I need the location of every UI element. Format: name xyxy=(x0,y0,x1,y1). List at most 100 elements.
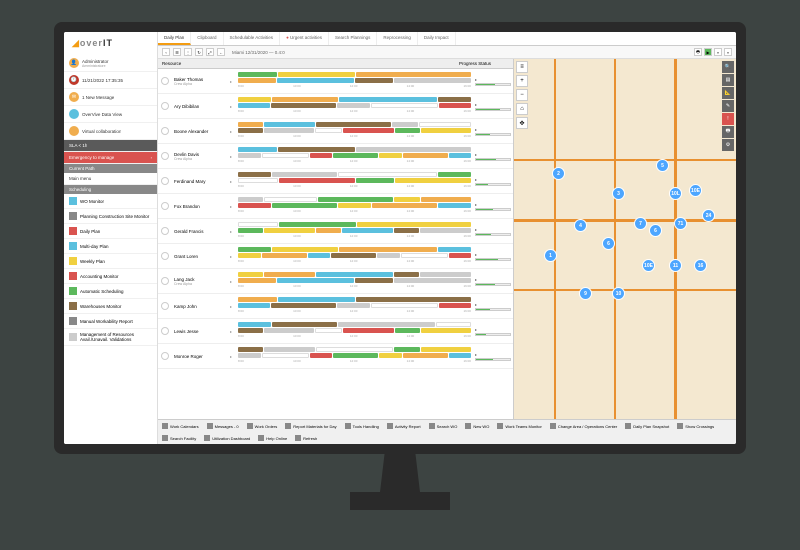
gantt-bars[interactable]: 8:0010:0012:0014:0016:00 xyxy=(236,321,473,341)
gantt-bars[interactable]: 8:0010:0012:0014:0016:00 xyxy=(236,246,473,266)
scheduling-item[interactable]: Planning Construction Site Monitor xyxy=(64,209,157,224)
row-checkbox[interactable] xyxy=(161,252,169,260)
map-layers2-icon[interactable]: ▤ xyxy=(722,74,734,86)
expand-icon[interactable]: ⤢ xyxy=(206,48,214,56)
scheduling-item[interactable]: Management of Resources Avail./Unavail. … xyxy=(64,329,157,346)
gantt-row[interactable]: Baker ThomasCrew Alpha ▸ 8:0010:0012:001… xyxy=(158,69,513,94)
tab-search-plannings[interactable]: Search Plannings xyxy=(329,32,377,45)
footer-search-wo[interactable]: Search WO xyxy=(427,422,460,430)
scheduling-item[interactable]: Multi-day Plan xyxy=(64,239,157,254)
map-pin[interactable]: 10 xyxy=(612,287,625,300)
gantt-row[interactable]: Grant Loren ▸ 8:0010:0012:0014:0016:00 ▸ xyxy=(158,244,513,269)
gantt-row[interactable]: Fox Brandon ▸ 8:0010:0012:0014:0016:00 ▸ xyxy=(158,194,513,219)
row-checkbox[interactable] xyxy=(161,277,169,285)
map-pin[interactable]: 6 xyxy=(649,224,662,237)
row-checkbox[interactable] xyxy=(161,152,169,160)
gantt-row[interactable]: Gerald Francis ▸ 8:0010:0012:0014:0016:0… xyxy=(158,219,513,244)
scheduling-item[interactable]: Automatic Scheduling xyxy=(64,284,157,299)
sla-header[interactable]: SLA < 1h xyxy=(64,140,157,152)
gantt-bars[interactable]: 8:0010:0012:0014:0016:00 xyxy=(236,121,473,141)
map-pin[interactable]: 6 xyxy=(602,237,615,250)
gantt-row[interactable]: Kamp John ▸ 8:0010:0012:0014:0016:00 ▸ xyxy=(158,294,513,319)
gantt-row[interactable]: Ary Dibibilan ▸ 8:0010:0012:0014:0016:00… xyxy=(158,94,513,119)
scheduling-item[interactable]: Weekly Plan xyxy=(64,254,157,269)
map-measure-icon[interactable]: 📐 xyxy=(722,87,734,99)
prev-button[interactable]: ‹ xyxy=(162,48,170,56)
rewind-icon[interactable]: « xyxy=(714,48,722,56)
forward-icon[interactable]: » xyxy=(724,48,732,56)
scheduling-item[interactable]: Daily Plan xyxy=(64,224,157,239)
footer-messages-0[interactable]: Messages - 0 xyxy=(205,422,241,430)
map-zoom-in[interactable]: + xyxy=(516,75,528,87)
emergency-alert[interactable]: Emergency to manage› xyxy=(64,152,157,164)
gantt-row[interactable]: Monroe Roger ▸ 8:0010:0012:0014:0016:00 … xyxy=(158,344,513,369)
print-icon[interactable]: 🖶 xyxy=(694,48,702,56)
gantt-row[interactable]: Lewis Jesse ▸ 8:0010:0012:0014:0016:00 ▸ xyxy=(158,319,513,344)
map-panel[interactable]: ≡ + − ⌂ ✥ 🔍 ▤ 📐 ✎ ! 🖶 ⚙ 1234567691010L10… xyxy=(514,59,736,419)
refresh-icon[interactable]: ↻ xyxy=(195,48,203,56)
scheduling-item[interactable]: Warehouses Monitor xyxy=(64,299,157,314)
scheduling-item[interactable]: Manual Workability Report xyxy=(64,314,157,329)
gantt-bars[interactable]: 8:0010:0012:0014:0016:00 xyxy=(236,296,473,316)
back-icon[interactable]: ← xyxy=(217,48,225,56)
map-print-icon[interactable]: 🖶 xyxy=(722,126,734,138)
gantt-bars[interactable]: 8:0010:0012:0014:0016:00 xyxy=(236,196,473,216)
gantt-row[interactable]: Boone Alexander ▸ 8:0010:0012:0014:0016:… xyxy=(158,119,513,144)
map-search-icon[interactable]: 🔍 xyxy=(722,61,734,73)
gantt-bars[interactable]: 8:0010:0012:0014:0016:00 xyxy=(236,171,473,191)
map-pin[interactable]: 10E xyxy=(642,259,655,272)
row-checkbox[interactable] xyxy=(161,352,169,360)
list-icon[interactable]: ☰ xyxy=(173,48,181,56)
tab-daily-impact[interactable]: Daily Impact xyxy=(418,32,456,45)
map-pin[interactable]: 10E xyxy=(689,184,702,197)
row-checkbox[interactable] xyxy=(161,177,169,185)
footer-activity-report[interactable]: Activity Report xyxy=(385,422,423,430)
row-checkbox[interactable] xyxy=(161,202,169,210)
sidebar-quick-item[interactable]: Virtual collaboration xyxy=(64,123,157,140)
map-pan-icon[interactable]: ✥ xyxy=(516,117,528,129)
tab-reprocessing[interactable]: Reprocessing xyxy=(377,32,418,45)
map-pin[interactable]: 3 xyxy=(612,187,625,200)
tab-urgent-activities[interactable]: ● Urgent activities xyxy=(280,32,329,45)
map-pin[interactable]: 24 xyxy=(702,209,715,222)
footer-refresh[interactable]: Refresh xyxy=(293,434,319,442)
map-alert-icon[interactable]: ! xyxy=(722,113,734,125)
gantt-row[interactable]: Devlin DavisCrew Alpha ▸ 8:0010:0012:001… xyxy=(158,144,513,169)
row-checkbox[interactable] xyxy=(161,77,169,85)
footer-tools-handling[interactable]: Tools Handling xyxy=(343,422,381,430)
gantt-row[interactable]: Lang JackCrew Alpha ▸ 8:0010:0012:0014:0… xyxy=(158,269,513,294)
col-progress[interactable]: Progress Status xyxy=(459,61,509,66)
scheduling-item[interactable]: Accounting Monitor xyxy=(64,269,157,284)
gantt-row[interactable]: Ferdinand Mary ▸ 8:0010:0012:0014:0016:0… xyxy=(158,169,513,194)
row-checkbox[interactable] xyxy=(161,327,169,335)
map-settings-icon[interactable]: ⚙ xyxy=(722,139,734,151)
sidebar-quick-item[interactable]: OverVive Data View xyxy=(64,106,157,123)
filter-icon[interactable]: ⋮ xyxy=(184,48,192,56)
map-zoom-out[interactable]: − xyxy=(516,89,528,101)
col-resource[interactable]: Resource xyxy=(162,61,232,66)
row-checkbox[interactable] xyxy=(161,127,169,135)
tab-daily-plan[interactable]: Daily Plan xyxy=(158,32,191,45)
map-home-icon[interactable]: ⌂ xyxy=(516,103,528,115)
map-pin[interactable]: 10L xyxy=(669,187,682,200)
footer-new-wo[interactable]: New WO xyxy=(463,422,491,430)
footer-daily-plan-snapshot[interactable]: Daily Plan Snapshot xyxy=(623,422,671,430)
footer-change-area-operations-center[interactable]: Change Area / Operations Center xyxy=(548,422,619,430)
footer-search-facility[interactable]: Search Facility xyxy=(160,434,198,442)
footer-utilization-dashboard[interactable]: Utilization Dashboard xyxy=(202,434,252,442)
footer-work-calendars[interactable]: Work Calendars xyxy=(160,422,201,430)
map-pin[interactable]: 5 xyxy=(656,159,669,172)
map-pin[interactable]: 1 xyxy=(544,249,557,262)
map-pin[interactable]: 7 xyxy=(634,217,647,230)
gantt-bars[interactable]: 8:0010:0012:0014:0016:00 xyxy=(236,271,473,291)
tab-clipboard[interactable]: Clipboard xyxy=(191,32,223,45)
footer-report-materials-for-day[interactable]: Report Materials for Day xyxy=(283,422,338,430)
map-pin[interactable]: 11 xyxy=(669,259,682,272)
map-pin[interactable]: 71 xyxy=(674,217,687,230)
gantt-bars[interactable]: 8:0010:0012:0014:0016:00 xyxy=(236,346,473,366)
gantt-bars[interactable]: 8:0010:0012:0014:0016:00 xyxy=(236,221,473,241)
map-layers-icon[interactable]: ≡ xyxy=(516,61,528,73)
map-draw-icon[interactable]: ✎ xyxy=(722,100,734,112)
footer-help-online[interactable]: Help Online xyxy=(256,434,289,442)
sidebar-messages[interactable]: ✉ 1 New Message xyxy=(64,89,157,106)
